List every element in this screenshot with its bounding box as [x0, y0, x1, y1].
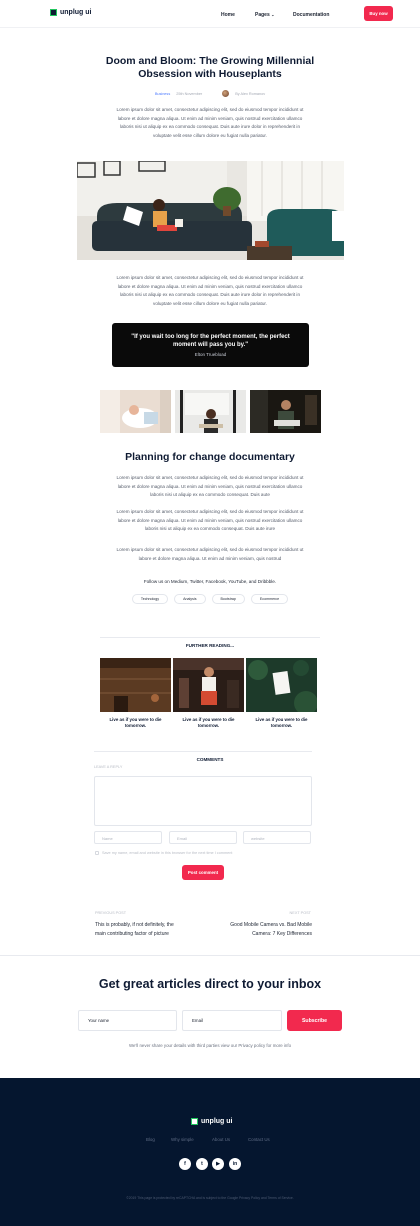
- footer-link-about[interactable]: About Us: [212, 1137, 230, 1142]
- further-reading-heading-wrap: FURTHER READING...: [0, 634, 420, 652]
- logo-mark-icon: [50, 9, 57, 16]
- next-post-link[interactable]: Good Mobile Camera vs. Bad Mobile Camera…: [221, 921, 312, 938]
- intro-paragraph: Lorem ipsum dolor sit amet, consectetur …: [116, 107, 304, 138]
- further-reading-heading: FURTHER READING...: [181, 643, 239, 648]
- save-info-label: Save my name, email and website in this …: [102, 851, 233, 855]
- footer-link-contact[interactable]: Contact Us: [248, 1137, 270, 1142]
- body-paragraph-4: Lorem ipsum dolor sit amet, consectetur …: [116, 509, 304, 531]
- further-card-image-1[interactable]: [100, 658, 171, 712]
- article-date: 25th November: [176, 91, 203, 96]
- email-field[interactable]: Email: [169, 831, 237, 844]
- article-meta: Business 25th November By Alex Romanov: [0, 90, 420, 97]
- author-avatar: [222, 90, 230, 97]
- logo-mark-icon: [191, 1118, 198, 1125]
- twitter-icon[interactable]: t: [196, 1158, 208, 1170]
- copyright: ©2019 This page is protected by reCAPTCH…: [126, 1196, 294, 1200]
- tag-technology[interactable]: Technology: [131, 594, 169, 604]
- next-post-label: NEXT POST: [289, 911, 311, 915]
- comment-textarea[interactable]: [94, 776, 312, 826]
- logo-text: unplug ui: [60, 9, 92, 16]
- newsletter-name-field[interactable]: Your name: [78, 1010, 177, 1031]
- tag-bootstrap[interactable]: Bootstrap: [211, 594, 245, 604]
- linkedin-icon[interactable]: in: [229, 1158, 241, 1170]
- site-footer: [0, 1078, 420, 1226]
- tag-ecommerce[interactable]: Ecommerce: [250, 594, 289, 604]
- website-field[interactable]: website: [243, 831, 311, 844]
- body-paragraph-5: Lorem ipsum dolor sit amet, consectetur …: [116, 547, 304, 561]
- comments-heading-wrap: COMMENTS: [0, 748, 420, 766]
- subscribe-button[interactable]: Subscribe: [287, 1010, 342, 1031]
- tag-list: Technology Analysis Bootstrap Ecommerce: [0, 594, 420, 604]
- post-comment-button[interactable]: Post comment: [182, 865, 224, 880]
- nav-home[interactable]: Home: [221, 12, 235, 18]
- facebook-icon[interactable]: f: [179, 1158, 191, 1170]
- pull-quote: "If you wait too long for the perfect mo…: [112, 323, 309, 367]
- comments-heading: COMMENTS: [192, 757, 228, 762]
- follow-text: Follow us on Medium, Twitter, Facebook, …: [143, 579, 277, 584]
- article-title: Doom and Bloom: The Growing Millennial O…: [105, 55, 315, 80]
- logo[interactable]: unplug ui: [50, 9, 92, 16]
- footer-logo-text: unplug ui: [201, 1118, 233, 1125]
- previous-post-label: PREVIOUS POST: [95, 911, 127, 915]
- gallery-image-3[interactable]: [250, 390, 321, 433]
- save-info-checkbox[interactable]: [95, 851, 99, 855]
- category-link[interactable]: Business: [155, 92, 170, 96]
- further-card-image-3[interactable]: [246, 658, 317, 712]
- tag-analysis[interactable]: Analysis: [174, 594, 206, 604]
- further-card-title-1[interactable]: Live as if you were to die tomorrow.: [100, 717, 171, 729]
- gallery-image-1[interactable]: [100, 390, 171, 433]
- name-field[interactable]: Name: [94, 831, 162, 844]
- gallery-image-2[interactable]: [175, 390, 246, 433]
- youtube-icon[interactable]: ▶: [212, 1158, 224, 1170]
- divider: [0, 955, 420, 956]
- nav-pages[interactable]: Pages ⌄: [255, 12, 274, 18]
- nav-pages-label: Pages: [255, 12, 270, 18]
- newsletter-email-field[interactable]: Email: [182, 1010, 282, 1031]
- nav-documentation[interactable]: Documentation: [293, 12, 329, 18]
- footer-link-why-simple[interactable]: Why simple: [171, 1137, 194, 1142]
- body-paragraph-2: Lorem ipsum dolor sit amet, consectetur …: [116, 275, 304, 306]
- chevron-down-icon: ⌄: [271, 12, 275, 17]
- footer-logo[interactable]: unplug ui: [191, 1118, 233, 1125]
- further-card-image-2[interactable]: [173, 658, 244, 712]
- newsletter-title: Get great articles direct to your inbox: [98, 977, 322, 991]
- privacy-note: We'll never share your details with thir…: [128, 1043, 292, 1048]
- section-heading: Planning for change documentary: [125, 451, 295, 463]
- further-card-title-3[interactable]: Live as if you were to die tomorrow.: [246, 717, 317, 729]
- author-name[interactable]: By Alex Romanov: [235, 92, 265, 96]
- hero-image: [77, 161, 344, 260]
- quote-author: Elton Truebload: [194, 352, 227, 357]
- footer-link-blog[interactable]: Blog: [146, 1137, 155, 1142]
- quote-text: "If you wait too long for the perfect mo…: [131, 334, 290, 348]
- buy-now-button[interactable]: Buy now: [364, 6, 393, 21]
- leave-reply-label: LEAVE A REPLY: [94, 765, 123, 769]
- further-card-title-2[interactable]: Live as if you were to die tomorrow.: [173, 717, 244, 729]
- body-paragraph-3: Lorem ipsum dolor sit amet, consectetur …: [116, 475, 304, 497]
- previous-post-link[interactable]: This is probably, if not definitely, the…: [95, 921, 185, 938]
